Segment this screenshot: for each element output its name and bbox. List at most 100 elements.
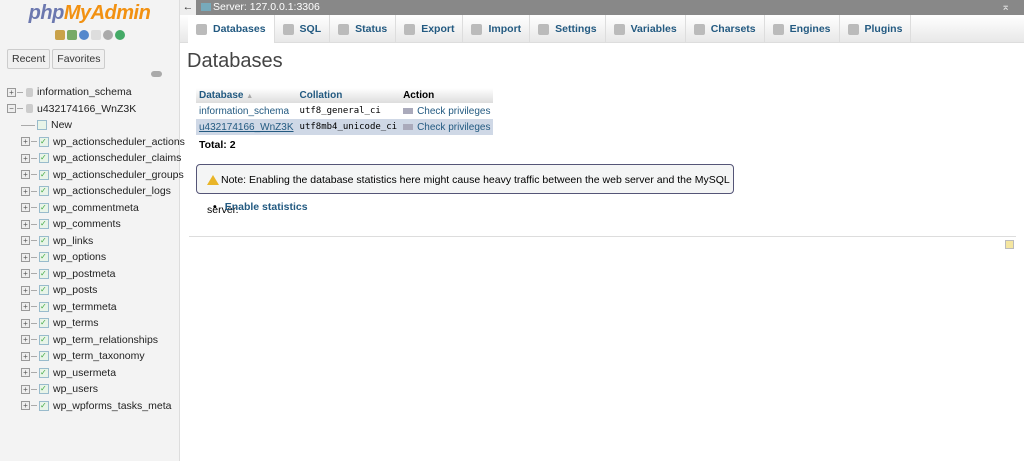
check-privileges-link[interactable]: Check privileges (400, 103, 493, 119)
table-icon: ✓ (39, 202, 49, 213)
table-icon: ✓ (39, 252, 49, 263)
tab-plugins[interactable]: Plugins (840, 15, 912, 43)
server-breadcrumb[interactable]: Server: 127.0.0.1:3306 (213, 1, 320, 13)
expand-icon[interactable]: + (21, 186, 30, 196)
table-icon: ✓ (39, 235, 49, 246)
table-icon: ✓ (39, 334, 49, 345)
logout-icon[interactable] (66, 30, 77, 41)
expand-icon[interactable]: + (21, 219, 30, 229)
tab-variables[interactable]: Variables (606, 15, 686, 43)
tree-new-table[interactable]: New (7, 117, 185, 134)
help-icon[interactable] (78, 30, 89, 41)
back-arrow-icon[interactable]: ← (180, 0, 196, 15)
tree-table[interactable]: + ✓ wp_comments (7, 216, 185, 233)
console-icon[interactable] (1005, 240, 1014, 249)
collapse-icon[interactable]: − (7, 104, 16, 114)
tab-settings[interactable]: Settings (530, 15, 606, 43)
check-privileges-link[interactable]: Check privileges (400, 119, 494, 135)
gear-icon[interactable] (102, 30, 113, 41)
tree-table[interactable]: + ✓ wp_options (7, 249, 185, 266)
tab-import[interactable]: Import (463, 15, 531, 43)
tree-table[interactable]: + ✓ wp_actionscheduler_groups (7, 167, 185, 184)
import-icon (471, 23, 483, 35)
tree-table[interactable]: + ✓ wp_posts (7, 282, 185, 299)
reload-icon[interactable] (114, 30, 125, 41)
tab-databases[interactable]: Databases (188, 15, 275, 43)
expand-icon[interactable]: + (21, 137, 30, 147)
tree-table[interactable]: + ✓ wp_actionscheduler_claims (7, 150, 185, 167)
table-icon: ✓ (39, 285, 49, 296)
tree-table[interactable]: + ✓ wp_terms (7, 315, 185, 332)
table-row: information_schema utf8_general_ci Check p… (196, 103, 493, 119)
tree-table[interactable]: + ✓ wp_postmeta (7, 266, 185, 283)
tab-export[interactable]: Export (396, 15, 464, 43)
tab-engines[interactable]: Engines (765, 15, 840, 43)
total-count: Total: 2 (199, 139, 236, 151)
tree-table[interactable]: + ✓ wp_users (7, 381, 185, 398)
expand-icon[interactable]: + (21, 269, 30, 279)
tree-table[interactable]: + ✓ wp_actionscheduler_logs (7, 183, 185, 200)
table-icon: ✓ (39, 169, 49, 180)
expand-icon[interactable]: + (21, 384, 30, 394)
sql-icon (282, 23, 294, 35)
tree-database[interactable]: + information_schema (7, 84, 185, 101)
engines-icon (772, 23, 784, 35)
databases-icon (196, 23, 207, 35)
enable-statistics-link[interactable]: Enable statistics (213, 201, 308, 213)
collation-cell: utf8_general_ci (299, 106, 381, 116)
privileges-icon (403, 123, 414, 130)
expand-icon[interactable]: + (21, 203, 30, 213)
tree-table[interactable]: + ✓ wp_usermeta (7, 365, 185, 382)
home-icon[interactable] (54, 30, 65, 41)
table-icon: ✓ (39, 351, 49, 362)
expand-icon[interactable]: + (21, 351, 30, 361)
table-icon: ✓ (39, 318, 49, 329)
tree-table[interactable]: + ✓ wp_wpforms_tasks_meta (7, 398, 185, 415)
tab-sql[interactable]: SQL (275, 15, 331, 43)
export-icon (404, 23, 416, 35)
tree-table[interactable]: + ✓ wp_commentmeta (7, 200, 185, 217)
tree-table[interactable]: + ✓ wp_links (7, 233, 185, 250)
page-title: Databases (187, 50, 283, 72)
expand-icon[interactable]: + (21, 318, 30, 328)
column-header-collation[interactable]: Collation (296, 88, 401, 103)
expand-icon[interactable]: + (21, 335, 30, 345)
warning-icon (207, 175, 219, 186)
expand-icon[interactable]: + (21, 252, 30, 262)
table-icon: ✓ (39, 186, 49, 197)
expand-icon[interactable]: + (21, 153, 30, 163)
divider (189, 236, 1016, 237)
favorites-tab[interactable]: Favorites (52, 49, 106, 69)
tab-status[interactable]: Status (330, 15, 397, 43)
table-icon: ✓ (39, 136, 49, 147)
docs-icon[interactable] (90, 30, 101, 41)
tree-table[interactable]: + ✓ wp_actionscheduler_actions (7, 134, 185, 151)
expand-icon[interactable]: + (21, 401, 30, 411)
expand-icon[interactable]: + (21, 302, 30, 312)
link-icon[interactable] (151, 71, 162, 77)
table-icon: ✓ (39, 153, 49, 164)
quick-icons (0, 29, 179, 43)
tab-charsets[interactable]: Charsets (686, 15, 765, 43)
tree-database[interactable]: − u432174166_WnZ3K (7, 101, 185, 118)
collapse-icon[interactable]: ⌅ (1001, 0, 1010, 15)
phpmyadmin-logo[interactable]: phpMyAdmin (0, 2, 179, 25)
server-icon (201, 3, 211, 12)
column-header-database[interactable]: Database ▲ (196, 88, 297, 103)
main-tabs: Databases SQL Status Export Import Settings Va… (180, 15, 1024, 43)
tree-table[interactable]: + ✓ wp_term_relationships (7, 332, 185, 349)
expand-icon[interactable]: + (21, 368, 30, 378)
table-icon: ✓ (39, 219, 49, 230)
expand-icon[interactable]: + (7, 87, 16, 97)
recent-tab[interactable]: Recent (7, 49, 51, 69)
settings-icon (538, 23, 550, 35)
expand-icon[interactable]: + (21, 170, 30, 180)
database-link[interactable]: information_schema (199, 106, 289, 117)
tree-table[interactable]: + ✓ wp_term_taxonomy (7, 348, 185, 365)
database-link[interactable]: u432174166_WnZ3K (199, 122, 294, 133)
privileges-icon (403, 107, 414, 114)
expand-icon[interactable]: + (21, 236, 30, 246)
tree-table[interactable]: + ✓ wp_termmeta (7, 299, 185, 316)
expand-icon[interactable]: + (21, 285, 30, 295)
column-header-action: Action (400, 88, 494, 103)
